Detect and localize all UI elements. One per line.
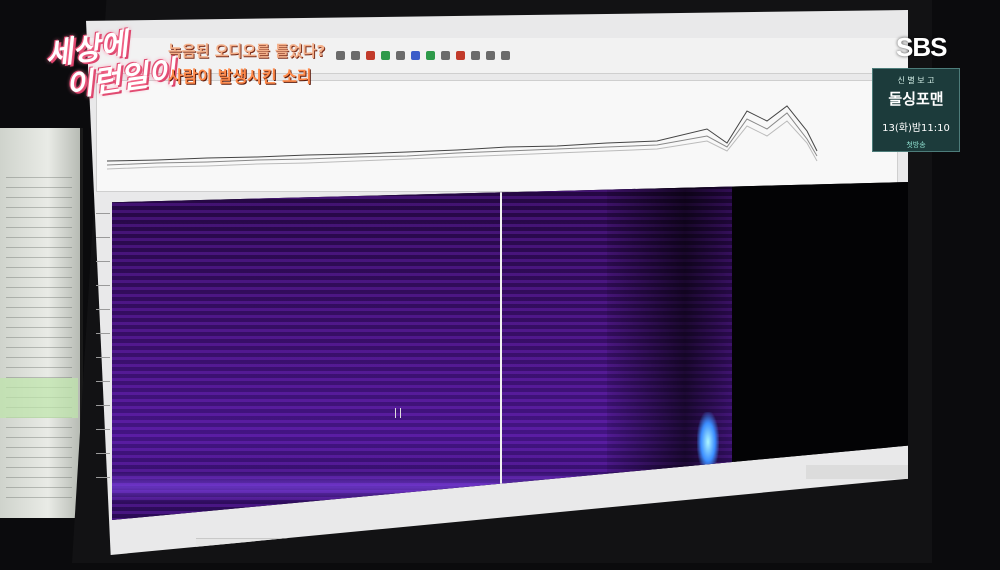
loop-icon[interactable] [426, 51, 435, 60]
promo-schedule: 13(화)밤11:10 [882, 123, 950, 134]
zoom-icon[interactable] [411, 51, 420, 60]
save-icon[interactable] [351, 51, 360, 60]
playhead-cursor[interactable] [500, 182, 502, 520]
open-icon[interactable] [336, 51, 345, 60]
left-monitor-list [6, 168, 72, 498]
waveform-graph [106, 105, 818, 170]
left-monitor [0, 128, 83, 518]
spectrogram-bright-burst [697, 412, 719, 472]
status-bar [806, 465, 908, 479]
caption-question: 녹음된 오디오를 틀었다? [168, 42, 326, 60]
channel-logo: SBS [896, 32, 947, 62]
play-icon[interactable] [381, 51, 390, 60]
marker-icon[interactable] [456, 51, 465, 60]
spectrum-icon[interactable] [486, 51, 495, 60]
promo-title: 돌싱포맨 [888, 90, 944, 108]
text-cursor-icon [395, 408, 401, 418]
waveform-panel [96, 80, 898, 192]
help-icon[interactable] [501, 51, 510, 60]
promo-line1: 신 별 보 고 [897, 76, 935, 85]
record-icon[interactable] [366, 51, 375, 60]
caption-overlay: 녹음된 오디오를 틀었다? 사람이 발생시킨 소리 [168, 40, 325, 87]
promo-premiere: 첫방송 [906, 141, 926, 149]
cut-icon[interactable] [441, 51, 450, 60]
settings-icon[interactable] [471, 51, 480, 60]
caption-main: 사람이 발생시킨 소리 [168, 67, 312, 86]
stop-icon[interactable] [396, 51, 405, 60]
left-monitor-highlight [0, 378, 78, 418]
promo-box: 신 별 보 고 돌싱포맨 13(화)밤11:10 첫방송 [872, 68, 960, 152]
frequency-axis [96, 190, 110, 500]
